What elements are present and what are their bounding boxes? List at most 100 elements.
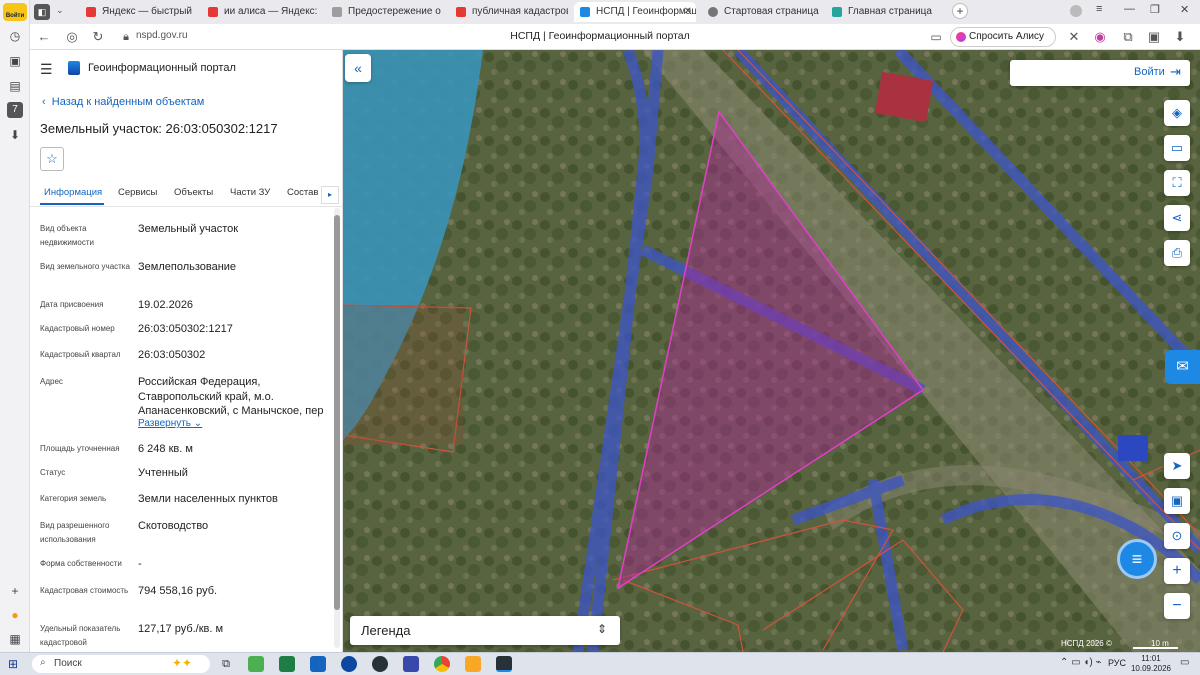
edge-app-icon[interactable] (341, 656, 357, 672)
favorite-star-button[interactable]: ☆ (40, 147, 64, 171)
tab-warning[interactable]: Предостережение о стро (326, 2, 444, 22)
portal-logo-icon (68, 61, 80, 75)
field-label: Кадастровый квартал (40, 350, 121, 359)
yandex-app-icon[interactable] (372, 656, 388, 672)
field-label: Кадастровая стоимость (40, 586, 129, 595)
nspd-favicon-icon (580, 7, 590, 17)
image-viewer-app-icon[interactable] (403, 656, 419, 672)
map-login-button[interactable]: Войти ⇥ (1010, 60, 1190, 86)
active-tab-underline (40, 203, 104, 205)
tabs-scroll-right-icon[interactable]: ▸ (321, 186, 339, 204)
tab-services[interactable]: Сервисы (118, 187, 157, 198)
sidebar-settings-icon[interactable]: ▦ (7, 631, 23, 647)
tab-parcel-parts[interactable]: Части ЗУ (230, 187, 270, 198)
language-indicator[interactable]: РУС (1108, 658, 1126, 668)
tray-icons[interactable]: ⌃ ▭ ◖) ⌁ (1060, 657, 1102, 668)
field-label: Кадастровый номер (40, 324, 115, 333)
start-icon[interactable]: ⊞ (8, 657, 18, 671)
alice-logo-icon (956, 32, 966, 42)
browser-menu-icon[interactable]: ≡ (1096, 3, 1102, 15)
mail-app-icon[interactable] (310, 656, 326, 672)
collapse-panel-button[interactable]: « (345, 54, 371, 82)
object-title: Земельный участок: 26:03:050302:1217 (40, 121, 278, 136)
clock[interactable]: 11:01 10.09.2026 (1130, 654, 1172, 674)
tabs-menu-icon[interactable]: ⌄ (56, 5, 64, 16)
downloads-icon[interactable]: ⬇ (7, 127, 23, 143)
print-icon[interactable]: ⎙ (1164, 240, 1190, 266)
task-view-icon[interactable]: ⧉ (218, 656, 234, 672)
save-page-icon[interactable]: ▣ (1146, 29, 1162, 45)
building-roof (874, 71, 934, 123)
portal-title: Геоинформационный портал (88, 62, 236, 74)
tab-groups-icon[interactable]: ◧ (34, 4, 50, 20)
object-info-panel: ☰ Геоинформационный портал ‹ Назад к най… (30, 50, 343, 652)
main-favicon-icon (832, 7, 842, 17)
field-value: 794 558,16 руб. (138, 585, 218, 597)
minimap-icon[interactable]: ▣ (1164, 488, 1190, 514)
tab-bar: ◧ ⌄ Яндекс — быстрый поиск ии алиса — Ян… (30, 0, 1200, 24)
close-window-icon[interactable]: ✕ (1180, 3, 1189, 16)
account-icon[interactable] (1070, 5, 1082, 17)
tab-start-page[interactable]: Стартовая страница - Ком (702, 2, 820, 22)
chrome-app-icon[interactable] (434, 656, 450, 672)
back-arrow-icon[interactable]: ← (36, 29, 52, 45)
tab-public-cadastral[interactable]: публичная кадастровая к (450, 2, 568, 22)
bookmarks-icon[interactable]: ▤ (7, 78, 23, 94)
extension-2-icon[interactable]: ◉ (1092, 29, 1108, 45)
search-icon: ⌕ (40, 657, 46, 668)
bookmark-icon[interactable]: ▭ (928, 29, 944, 45)
location-icon[interactable]: ⊙ (1164, 523, 1190, 549)
share-icon[interactable]: ⋖ (1164, 205, 1190, 231)
field-label: Категория земель (40, 494, 107, 503)
excel-app-icon[interactable] (279, 656, 295, 672)
minimize-icon[interactable]: — (1124, 3, 1135, 15)
collections-icon[interactable]: ▣ (7, 53, 23, 69)
map-view[interactable]: « Войти ⇥ ◈ ▭ ⛶ ⋖ ⎙ ✉ ➤ ▣ ⊙ + − ≡ Легенд… (343, 50, 1200, 652)
tab-yandex-search[interactable]: Яндекс — быстрый поиск (80, 2, 192, 22)
url-field[interactable]: nspd.gov.ru (136, 30, 188, 41)
tab-objects[interactable]: Объекты (174, 187, 213, 198)
tab-alice-search[interactable]: ии алиса — Яндекс: нашл (202, 2, 320, 22)
layers-icon[interactable]: ◈ (1164, 100, 1190, 126)
ruler-icon[interactable]: ▭ (1164, 135, 1190, 161)
history-icon[interactable]: ◷ (7, 28, 23, 44)
field-label: Дата присвоения (40, 300, 104, 309)
hamburger-menu-icon[interactable]: ☰ (40, 61, 53, 78)
navigate-icon[interactable]: ➤ (1164, 453, 1190, 479)
extensions-icon[interactable]: ⧉ (1120, 29, 1136, 45)
app-7-icon[interactable]: 7 (7, 102, 23, 118)
support-chat-icon[interactable]: ✉ (1165, 350, 1200, 384)
field-label: Форма собственности (40, 559, 122, 568)
panel-scrollbar-thumb[interactable] (334, 215, 340, 610)
download-icon[interactable]: ⬇ (1172, 29, 1188, 45)
notifications-icon[interactable]: ▭ (1180, 657, 1189, 668)
tab-main-page[interactable]: Главная страница (826, 2, 938, 22)
assistant-chat-button[interactable]: ≡ (1117, 539, 1157, 579)
back-to-results-link[interactable]: ‹ Назад к найденным объектам (42, 96, 204, 108)
explorer-app-icon[interactable] (465, 656, 481, 672)
tab-nspd[interactable]: НСПД | Геоинформаци ✕ (574, 2, 696, 22)
protect-icon[interactable]: ◎ (64, 29, 80, 45)
zoom-out-button[interactable]: − (1164, 593, 1190, 619)
alice-icon[interactable]: ● (7, 607, 23, 623)
zoom-in-button[interactable]: + (1164, 558, 1190, 584)
store-app-icon[interactable] (248, 656, 264, 672)
extension-icon[interactable]: ✕ (1066, 29, 1082, 45)
map-canvas[interactable] (343, 50, 1200, 652)
yandex-browser-app-icon[interactable] (496, 656, 512, 672)
tab-composition[interactable]: Состав (287, 187, 318, 198)
new-tab-button[interactable]: + (952, 3, 968, 19)
side-login-label[interactable]: Войти (3, 13, 27, 19)
maximize-icon[interactable]: ❐ (1150, 3, 1160, 16)
reload-icon[interactable]: ↻ (90, 29, 106, 45)
expand-address-link[interactable]: Развернуть ⌄ (138, 418, 202, 429)
taskbar-search-box[interactable]: ⌕ Поиск ✦✦ (32, 655, 210, 673)
select-area-icon[interactable]: ⛶ (1164, 170, 1190, 196)
field-value: Землепользование (138, 261, 237, 273)
add-sidebar-icon[interactable]: + (7, 583, 23, 599)
ask-alice-button[interactable]: Спросить Алису AI (950, 27, 1056, 60)
field-value: Земельный участок (138, 223, 239, 235)
close-tab-icon[interactable]: ✕ (684, 2, 692, 22)
tab-information[interactable]: Информация (44, 187, 102, 198)
legend-dropdown[interactable]: Легенда ⇕ (350, 616, 620, 645)
